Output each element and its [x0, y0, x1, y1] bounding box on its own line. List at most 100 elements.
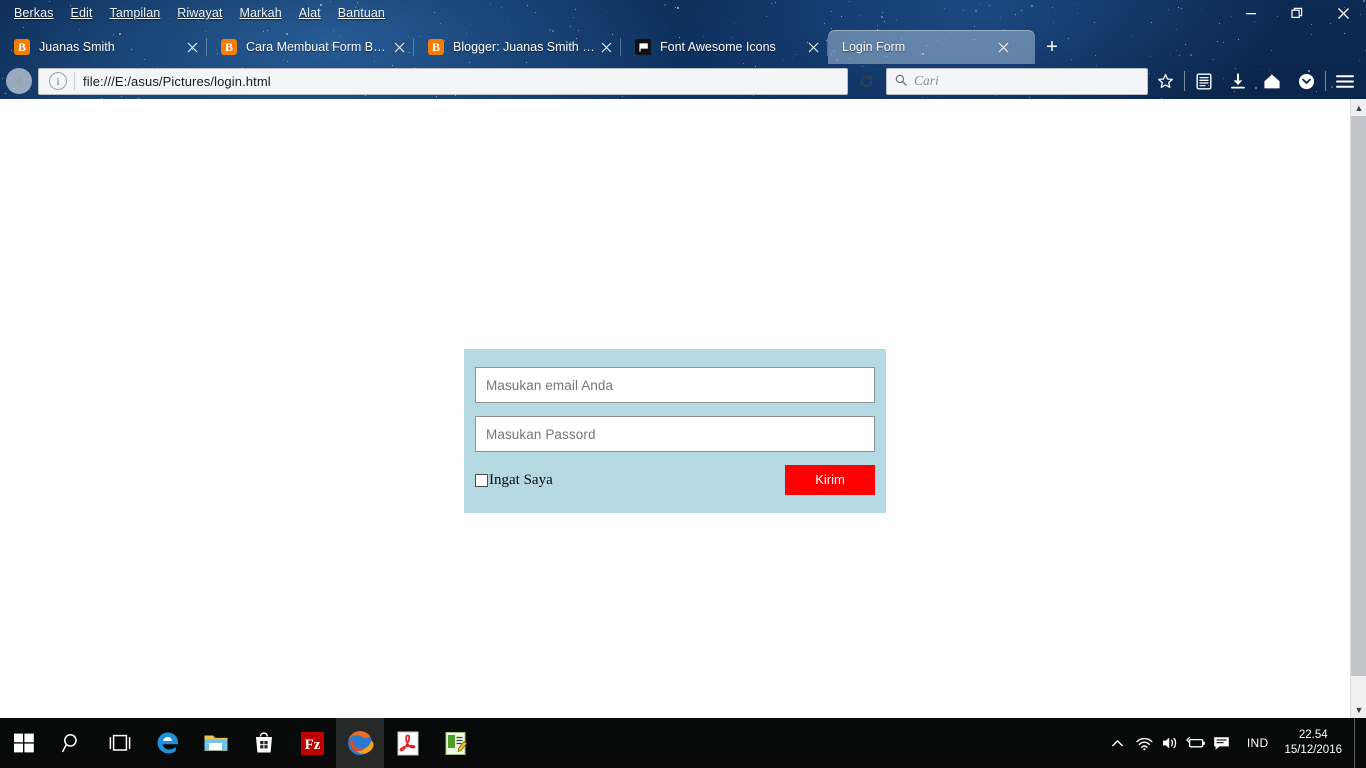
acrobat-button[interactable]	[384, 718, 432, 768]
battery-icon	[1186, 736, 1205, 748]
chevron-up-icon	[1112, 739, 1124, 746]
tab-blogger-juanas-smith[interactable]: B Blogger: Juanas Smith - T...	[414, 30, 621, 64]
url-bar[interactable]: i file:///E:/asus/Pictures/login.html	[38, 67, 848, 95]
battery-button[interactable]	[1183, 718, 1209, 768]
show-desktop-button[interactable]	[1354, 718, 1362, 768]
password-placeholder: Masukan Passord	[486, 426, 596, 442]
search-button[interactable]	[48, 718, 96, 768]
url-divider	[74, 72, 75, 90]
scroll-up-icon[interactable]: ▲	[1351, 99, 1366, 116]
tab-close-icon[interactable]	[802, 36, 824, 58]
tab-title: Font Awesome Icons	[660, 40, 776, 54]
tab-close-icon[interactable]	[388, 36, 410, 58]
tab-title: Juanas Smith	[39, 40, 115, 54]
firefox-button[interactable]	[336, 718, 384, 768]
tab-title: Blogger: Juanas Smith - T...	[453, 40, 595, 54]
tab-close-icon[interactable]	[181, 36, 203, 58]
clock-time: 22.54	[1298, 729, 1328, 741]
search-icon	[62, 734, 77, 753]
tab-close-icon[interactable]	[595, 36, 617, 58]
downloads-icon[interactable]	[1221, 64, 1255, 98]
form-bottom-row: Ingat Saya Kirim	[475, 465, 875, 495]
volume-icon	[1162, 737, 1177, 749]
edge-button[interactable]	[144, 718, 192, 768]
close-icon	[1337, 7, 1349, 19]
show-hidden-icons-button[interactable]	[1105, 718, 1131, 768]
new-tab-button[interactable]: +	[1035, 32, 1069, 62]
tab-cara-membuat-form[interactable]: B Cara Membuat Form Bead...	[207, 30, 414, 64]
menu-bantuan-label: Bantuan	[337, 6, 385, 20]
page-content-area: Masukan email Anda Masukan Passord Ingat…	[0, 99, 1366, 718]
search-input[interactable]: Cari	[914, 73, 939, 89]
minimize-button[interactable]	[1228, 0, 1274, 26]
menu-tampilan[interactable]: Tampilan	[101, 4, 169, 22]
svg-text:Fz: Fz	[304, 737, 320, 753]
language-indicator[interactable]: IND	[1235, 736, 1281, 750]
menu-berkas[interactable]: Berkas	[6, 4, 63, 22]
password-field[interactable]: Masukan Passord	[475, 416, 875, 452]
action-center-button[interactable]	[1209, 718, 1235, 768]
tab-login-form[interactable]: Login Form	[828, 30, 1035, 64]
reload-button[interactable]	[848, 64, 884, 98]
system-tray: IND 22.54 15/12/2016	[1105, 718, 1366, 768]
clock[interactable]: 22.54 15/12/2016	[1280, 728, 1354, 758]
library-icon[interactable]	[1187, 64, 1221, 98]
notepad-button[interactable]	[432, 718, 480, 768]
tab-close-icon[interactable]	[992, 36, 1014, 58]
menu-bantuan[interactable]: Bantuan	[330, 4, 394, 22]
store-bag-icon	[256, 732, 272, 753]
filezilla-button[interactable]: Fz	[288, 718, 336, 768]
menu-riwayat-label: Riwayat	[177, 6, 223, 20]
window-controls	[1216, 0, 1366, 26]
email-field[interactable]: Masukan email Anda	[475, 367, 875, 403]
menu-alat[interactable]: Alat	[291, 4, 330, 22]
windows-taskbar: Fz IND 22.54 15/12/2016	[0, 718, 1366, 768]
wifi-button[interactable]	[1131, 718, 1157, 768]
submit-button[interactable]: Kirim	[785, 465, 875, 495]
toolbar-divider	[1184, 71, 1185, 91]
menu-edit[interactable]: Edit	[63, 4, 102, 22]
home-icon[interactable]	[1255, 64, 1289, 98]
menu-markah[interactable]: Markah	[231, 4, 290, 22]
tab-strip: B Juanas Smith B Cara Membuat Form Bead.…	[0, 28, 1366, 64]
scrollbar-thumb[interactable]	[1351, 116, 1366, 676]
close-button[interactable]	[1320, 0, 1366, 26]
page-viewport: Masukan email Anda Masukan Passord Ingat…	[0, 99, 1350, 718]
search-bar[interactable]: Cari	[886, 67, 1148, 95]
action-center-icon	[1214, 736, 1230, 750]
menu-alat-label: Alat	[298, 6, 321, 20]
tab-title: Cara Membuat Form Bead...	[246, 40, 388, 54]
store-button[interactable]	[240, 718, 288, 768]
menu-berkas-label: Berkas	[14, 6, 54, 20]
flag-icon	[635, 39, 651, 55]
task-view-button[interactable]	[96, 718, 144, 768]
page-scrollbar[interactable]: ▲ ▼	[1350, 99, 1366, 718]
tab-juanas-smith[interactable]: B Juanas Smith	[0, 30, 207, 64]
navigation-toolbar: i file:///E:/asus/Pictures/login.html Ca…	[0, 64, 1366, 98]
tab-font-awesome-icons[interactable]: Font Awesome Icons	[621, 30, 828, 64]
menu-tampilan-label: Tampilan	[109, 6, 161, 20]
url-input[interactable]: file:///E:/asus/Pictures/login.html	[83, 74, 271, 89]
back-button[interactable]	[0, 64, 38, 98]
folder-icon	[204, 735, 228, 751]
desktop-screen: Berkas Edit Tampilan Riwayat Markah Alat…	[0, 0, 1366, 768]
pocket-icon[interactable]	[1289, 64, 1323, 98]
search-icon	[895, 74, 907, 89]
acrobat-icon	[397, 731, 419, 755]
volume-button[interactable]	[1157, 718, 1183, 768]
scroll-down-icon[interactable]: ▼	[1351, 701, 1366, 718]
file-explorer-button[interactable]	[192, 718, 240, 768]
firefox-icon	[348, 731, 374, 755]
remember-me-checkbox[interactable]: Ingat Saya	[475, 472, 553, 489]
menu-riwayat[interactable]: Riwayat	[169, 4, 231, 22]
restore-button[interactable]	[1274, 0, 1320, 26]
filezilla-icon: Fz	[300, 731, 324, 755]
notepad-icon	[445, 731, 468, 755]
browser-menubar[interactable]: Berkas Edit Tampilan Riwayat Markah Alat…	[0, 0, 1366, 26]
start-button[interactable]	[0, 718, 48, 768]
bookmark-star-icon[interactable]	[1148, 64, 1182, 98]
checkbox-box-icon[interactable]	[475, 473, 488, 487]
menu-hamburger-icon[interactable]	[1328, 64, 1362, 98]
login-form-panel: Masukan email Anda Masukan Passord Ingat…	[464, 349, 886, 513]
info-icon[interactable]: i	[49, 72, 67, 90]
